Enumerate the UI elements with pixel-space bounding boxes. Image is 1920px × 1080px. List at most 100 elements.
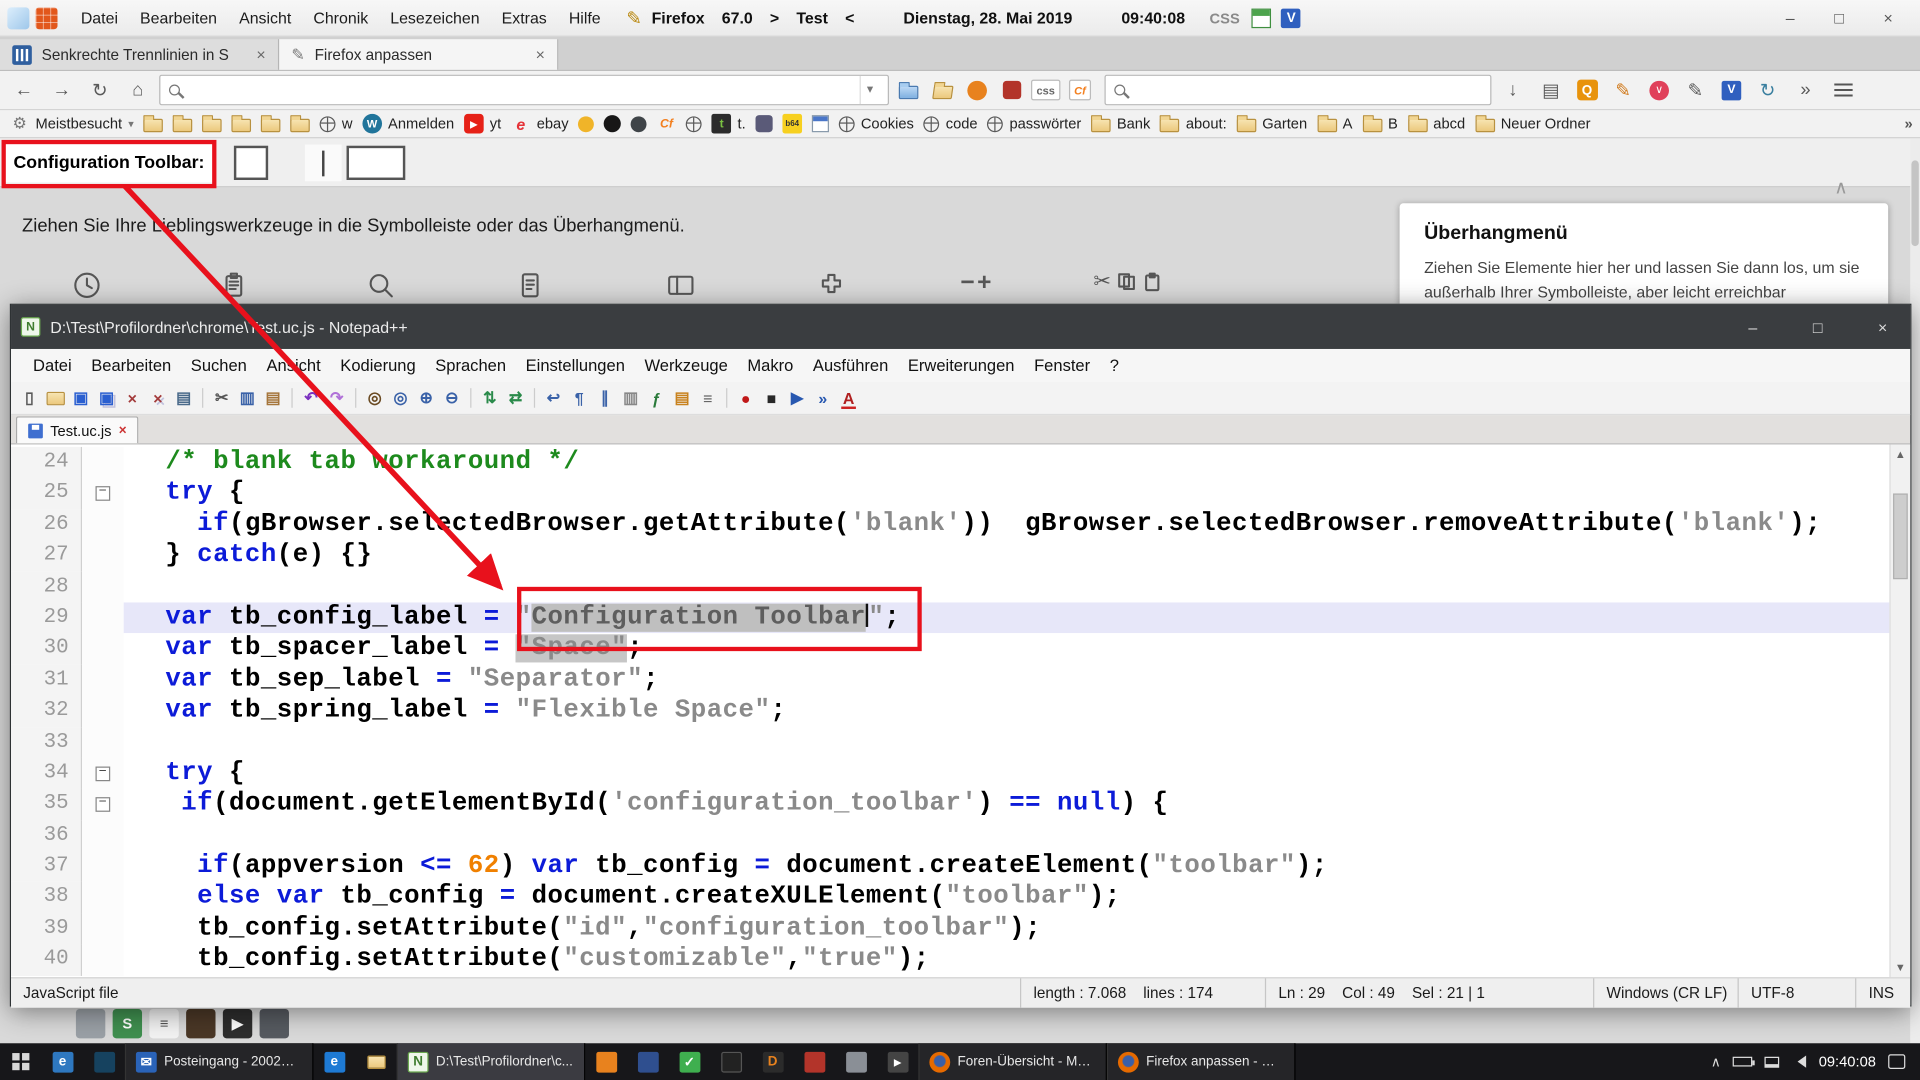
record-macro-icon[interactable]: ● (735, 387, 757, 409)
new-file-icon[interactable]: ▯ (18, 387, 40, 409)
maximize-button[interactable]: □ (1790, 305, 1845, 349)
status-encoding[interactable]: UTF-8 (1739, 978, 1857, 1007)
bookmark-item[interactable]: code (924, 115, 978, 132)
code-line[interactable]: 26 if(gBrowser.selectedBrowser.getAttrib… (11, 509, 1889, 540)
pocket-icon[interactable]: ∨ (1644, 75, 1673, 104)
word-wrap-icon[interactable]: ↩ (542, 387, 564, 409)
menu-ausfuehren[interactable]: Ausführen (803, 351, 898, 379)
menu-makro[interactable]: Makro (738, 351, 804, 379)
editor-scrollbar[interactable]: ▲ ▼ (1889, 444, 1910, 977)
folder-icon[interactable] (355, 1043, 397, 1080)
bookmarks-overflow-icon[interactable]: » (1904, 115, 1912, 132)
copy-icon[interactable]: ▥ (236, 387, 258, 409)
owl-icon[interactable] (186, 1009, 215, 1038)
home-button[interactable]: ⌂ (121, 74, 154, 106)
forward-button[interactable]: → (45, 74, 78, 106)
sync-scroll-h-icon[interactable]: ⇄ (504, 387, 526, 409)
close-all-icon[interactable]: × (147, 387, 169, 409)
bookmark-item[interactable] (290, 115, 310, 132)
bookmark-item[interactable] (812, 115, 829, 132)
maximize-button[interactable]: □ (1815, 2, 1864, 34)
fold-margin[interactable]: − (82, 789, 124, 820)
s-app-icon[interactable]: S (113, 1009, 142, 1038)
code-line[interactable]: 28 (11, 571, 1889, 602)
flexible-space-widget[interactable] (347, 146, 406, 180)
zoom-controls[interactable]: −+ (927, 269, 1027, 297)
keyboard-icon[interactable] (260, 1009, 289, 1038)
function-list-icon[interactable]: ƒ (645, 387, 667, 409)
notes-icon[interactable] (480, 269, 580, 301)
menu-lesezeichen[interactable]: Lesezeichen (379, 4, 490, 32)
bookmark-item[interactable]: about: (1160, 115, 1227, 132)
app-grid-icon-orange[interactable] (36, 7, 58, 29)
menu-suchen[interactable]: Suchen (181, 351, 257, 379)
code-line[interactable]: 34− try { (11, 758, 1889, 789)
play-macro-icon[interactable]: ▶ (786, 387, 808, 409)
bookmark-item[interactable]: Cf (657, 114, 677, 134)
menu-bearbeiten[interactable]: Bearbeiten (81, 351, 181, 379)
scroll-up-icon[interactable]: ▲ (1891, 444, 1911, 464)
clock[interactable]: 09:40:08 (1819, 1053, 1876, 1070)
menu-ansicht[interactable]: Ansicht (257, 351, 331, 379)
menu-werkzeuge[interactable]: Werkzeuge (635, 351, 738, 379)
bookmark-item[interactable]: w (320, 115, 353, 132)
bookmark-item[interactable] (756, 115, 773, 132)
green-check-icon[interactable]: ✓ (669, 1043, 711, 1080)
cloudflare-addon-badge[interactable]: Cf (1065, 75, 1094, 104)
menu-chronik[interactable]: Chronik (302, 4, 379, 32)
sidebar-icon[interactable] (631, 269, 731, 301)
save-all-icon[interactable]: ▣ (96, 387, 118, 409)
find-icon[interactable]: ◎ (364, 387, 386, 409)
code-line[interactable]: 31 var tb_sep_label = "Separator"; (11, 665, 1889, 696)
browser-icon[interactable]: e (42, 1043, 84, 1080)
orange-app-icon[interactable] (585, 1043, 627, 1080)
panel-collapse-chevron-icon[interactable]: ∧ (1834, 176, 1847, 198)
tray-chevron-icon[interactable]: ∧ (1711, 1054, 1721, 1070)
status-eol[interactable]: Windows (CR LF) (1594, 978, 1738, 1007)
bookmark-item[interactable]: abcd (1408, 115, 1466, 132)
code-line[interactable]: 35− if(document.getElementById('configur… (11, 789, 1889, 820)
battery-icon[interactable] (1733, 1057, 1753, 1067)
scrollbar-thumb[interactable] (1911, 160, 1918, 246)
table-icon[interactable] (1252, 8, 1272, 28)
bookmark-item[interactable]: Garten (1237, 115, 1308, 132)
gray2-app-icon[interactable] (835, 1043, 877, 1080)
fold-margin[interactable]: − (82, 758, 124, 789)
stop-macro-icon[interactable]: ■ (760, 387, 782, 409)
close-button[interactable]: × (1855, 305, 1910, 349)
overflow-chevron-icon[interactable]: » (1789, 74, 1822, 106)
app-grid-icon-blue[interactable] (7, 7, 29, 29)
code-area[interactable]: 24 /* blank tab workaround */25− try {26… (11, 444, 1889, 977)
redo-icon[interactable]: ↷ (326, 387, 348, 409)
url-dropdown-icon[interactable]: ▾ (860, 76, 880, 104)
bird-icon[interactable] (83, 1043, 125, 1080)
code-line[interactable]: 33 (11, 727, 1889, 758)
run-macro-multiple-icon[interactable]: » (812, 387, 834, 409)
folder-blue-icon[interactable] (894, 75, 923, 104)
search-icon[interactable] (331, 269, 431, 301)
menu-datei[interactable]: Datei (23, 351, 81, 379)
v-addon-icon[interactable]: V (1717, 75, 1746, 104)
blue-app-icon[interactable] (627, 1043, 669, 1080)
paste-icon[interactable]: ▤ (262, 387, 284, 409)
toolbar-item-widget[interactable] (234, 146, 268, 180)
back-button[interactable]: ← (7, 74, 40, 106)
menu-einstellungen[interactable]: Einstellungen (516, 351, 635, 379)
bookmark-item[interactable] (232, 115, 252, 132)
code-line[interactable]: 25− try { (11, 478, 1889, 509)
menu-datei[interactable]: Datei (70, 4, 129, 32)
media-app-icon[interactable]: ▸ (877, 1043, 919, 1080)
red-app-icon[interactable] (793, 1043, 835, 1080)
doc-map-icon[interactable]: ▤ (671, 387, 693, 409)
bookmark-item[interactable] (261, 115, 281, 132)
minimize-button[interactable]: – (1766, 2, 1815, 34)
tab-firefox-anpassen[interactable]: ✎ Firefox anpassen × (279, 39, 558, 70)
fold-collapse-icon[interactable]: − (96, 797, 111, 812)
pencil-icon[interactable]: ✎ (1679, 74, 1712, 106)
code-line[interactable]: 38 else var tb_config = document.createX… (11, 882, 1889, 913)
close-file-icon[interactable]: × (121, 387, 143, 409)
bookmark-item[interactable] (144, 115, 164, 132)
bookmark-item[interactable]: A (1317, 115, 1353, 132)
q-addon-icon[interactable]: Q (1572, 75, 1601, 104)
minimize-button[interactable]: – (1725, 305, 1780, 349)
